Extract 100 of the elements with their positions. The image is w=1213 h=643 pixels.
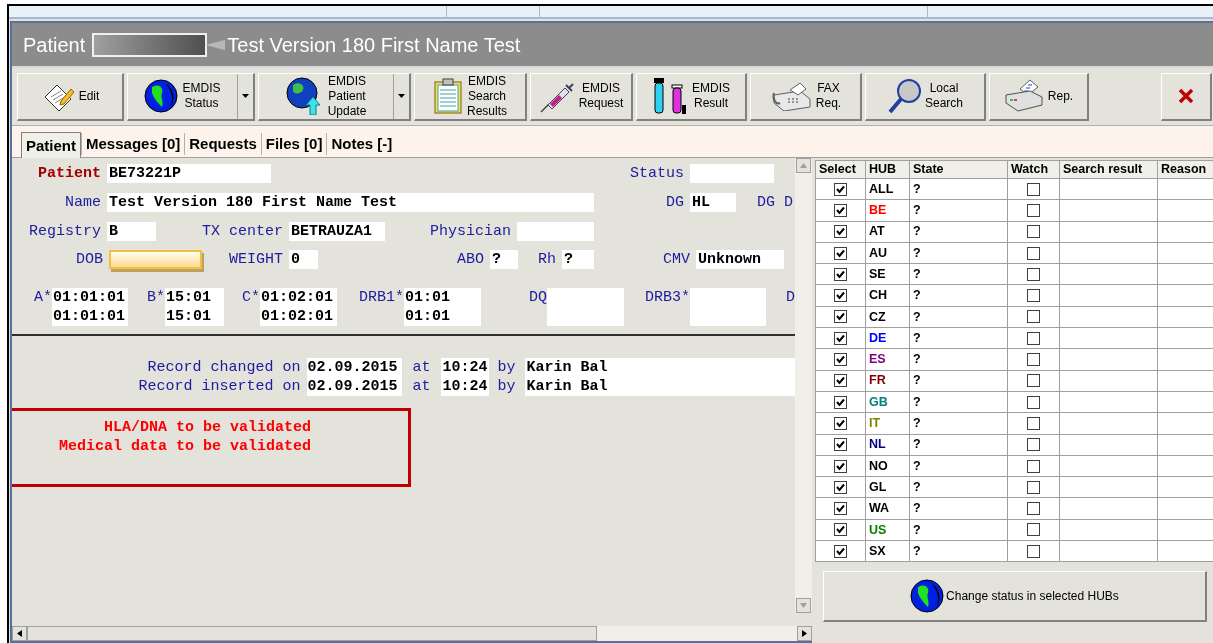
toolbar-button[interactable]: EMDIS Patient Update [258, 72, 411, 121]
hla-field[interactable]: 01:02:01 01:02:01 [260, 288, 337, 326]
hub-code: IT [869, 415, 881, 433]
toolbar-button[interactable]: Local Search [865, 72, 986, 121]
hub-code: DE [869, 329, 887, 347]
select-checkbox[interactable] [834, 267, 847, 281]
select-checkbox[interactable] [834, 480, 847, 494]
state-cell-text: ? [913, 415, 921, 433]
toolbar-button[interactable]: EMDIS Status [127, 72, 255, 121]
hub-code: WA [869, 500, 890, 518]
hla-field[interactable]: 15:01 15:01 [165, 288, 224, 326]
field-label: TX center [201, 222, 284, 241]
input-field[interactable]: Test Version 180 First Name Test [107, 193, 594, 212]
watch-checkbox[interactable] [1027, 331, 1040, 345]
watch-checkbox[interactable] [1027, 203, 1040, 217]
dropdown-caret-icon[interactable] [398, 94, 405, 98]
input-field[interactable] [109, 250, 202, 269]
toolbar-button[interactable]: Rep. [989, 72, 1089, 121]
watch-checkbox[interactable] [1027, 480, 1040, 494]
hub-code: ALL [869, 180, 894, 198]
scrollbar-thumb[interactable] [27, 626, 597, 641]
watch-checkbox[interactable] [1027, 246, 1040, 260]
select-checkbox[interactable] [834, 246, 847, 260]
field-label: CMV [662, 250, 691, 269]
input-field[interactable]: 0 [289, 250, 318, 269]
field-label: Name [64, 193, 102, 212]
dropdown-caret-icon[interactable] [242, 94, 249, 98]
select-checkbox[interactable] [834, 374, 847, 388]
watch-checkbox[interactable] [1027, 502, 1040, 516]
select-checkbox[interactable] [834, 203, 847, 217]
select-checkbox[interactable] [834, 544, 847, 558]
input-field[interactable]: BETRAUZA1 [289, 222, 385, 241]
watch-checkbox[interactable] [1027, 353, 1040, 366]
column-header[interactable]: Reason [1158, 161, 1213, 179]
column-header[interactable]: HUB [866, 161, 910, 179]
watch-checkbox[interactable] [1027, 416, 1040, 430]
input-field[interactable] [690, 164, 774, 183]
tab[interactable]: Requests [184, 133, 261, 155]
watch-checkbox[interactable] [1027, 182, 1040, 196]
select-checkbox[interactable] [834, 353, 847, 366]
watch-checkbox[interactable] [1027, 310, 1040, 324]
column-header[interactable]: State [910, 161, 1008, 179]
watch-checkbox[interactable] [1027, 267, 1040, 281]
select-checkbox[interactable] [834, 182, 847, 196]
input-field[interactable]: ? [562, 250, 594, 269]
fax-icon [769, 81, 812, 111]
hub-code: SX [869, 542, 886, 560]
column-header[interactable]: Search result [1060, 161, 1158, 179]
tab[interactable]: Files [0] [260, 133, 327, 155]
hub-code: GB [869, 393, 888, 411]
field-label: Status [629, 164, 685, 183]
input-field[interactable]: ? [490, 250, 518, 269]
toolbar-button[interactable]: EMDIS Request [530, 72, 633, 121]
change-status-button[interactable]: Change status in selected HUBs [823, 571, 1207, 623]
select-checkbox[interactable] [834, 438, 847, 452]
input-field[interactable]: B [107, 222, 156, 241]
state-cell-text: ? [913, 180, 921, 198]
horizontal-scrollbar[interactable] [12, 626, 812, 643]
watch-checkbox[interactable] [1027, 438, 1040, 452]
state-cell-text: ? [913, 244, 921, 262]
close-button[interactable] [1161, 72, 1212, 121]
hla-field[interactable] [690, 288, 766, 326]
tab[interactable]: Patient [21, 132, 81, 158]
watch-checkbox[interactable] [1027, 544, 1040, 558]
close-icon [1178, 88, 1194, 104]
select-checkbox[interactable] [834, 310, 847, 324]
scroll-left-icon[interactable] [12, 626, 27, 641]
toolbar-button[interactable]: EMDIS Search Results [414, 72, 527, 121]
select-checkbox[interactable] [834, 523, 847, 537]
field-label: DQ [528, 288, 547, 307]
state-cell-text: ? [913, 329, 921, 347]
toolbar-button[interactable]: Edit [17, 72, 124, 121]
watch-checkbox[interactable] [1027, 225, 1040, 239]
record-label: Record changed on [146, 358, 302, 377]
hla-field[interactable] [547, 288, 624, 326]
select-checkbox[interactable] [834, 289, 847, 303]
select-checkbox[interactable] [834, 225, 847, 239]
input-field[interactable]: HL [690, 193, 736, 212]
select-checkbox[interactable] [834, 331, 847, 345]
scroll-right-icon[interactable] [797, 626, 812, 641]
column-header[interactable]: Select [816, 161, 866, 179]
watch-checkbox[interactable] [1027, 374, 1040, 388]
toolbar-button[interactable]: FAX Req. [750, 72, 862, 121]
tab[interactable]: Messages [0] [81, 133, 185, 155]
input-field[interactable]: Unknown [696, 250, 784, 269]
hla-field[interactable]: 01:01:01 01:01:01 [52, 288, 128, 326]
input-field[interactable] [517, 222, 594, 241]
watch-checkbox[interactable] [1027, 459, 1040, 473]
select-checkbox[interactable] [834, 416, 847, 430]
select-checkbox[interactable] [834, 502, 847, 516]
input-field[interactable]: BE73221P [107, 164, 271, 183]
toolbar-button[interactable]: EMDIS Result [636, 72, 747, 121]
select-checkbox[interactable] [834, 459, 847, 473]
watch-checkbox[interactable] [1027, 395, 1040, 409]
tab[interactable]: Notes [-] [326, 133, 397, 155]
select-checkbox[interactable] [834, 395, 847, 409]
watch-checkbox[interactable] [1027, 289, 1040, 303]
hla-field[interactable]: 01:01 01:01 [404, 288, 481, 326]
column-header[interactable]: Watch [1008, 161, 1060, 179]
watch-checkbox[interactable] [1027, 523, 1040, 537]
